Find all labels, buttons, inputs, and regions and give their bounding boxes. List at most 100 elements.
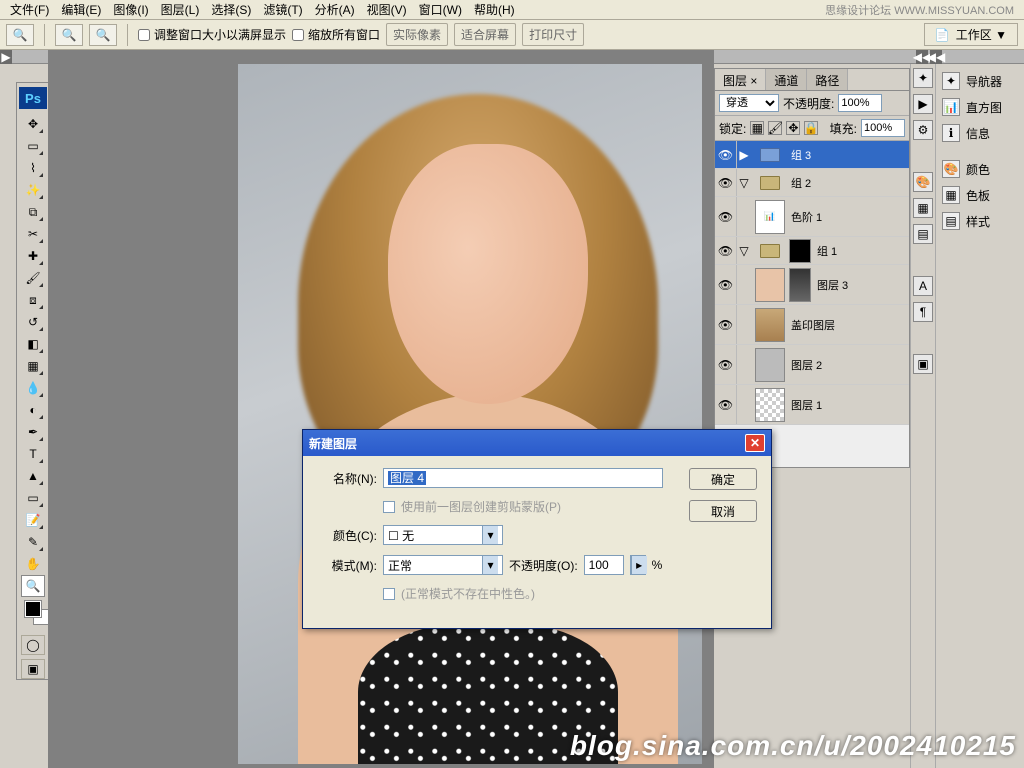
dialog-titlebar[interactable]: 新建图层 ✕ xyxy=(303,430,771,456)
visibility-icon[interactable]: 👁 xyxy=(715,305,737,344)
visibility-icon[interactable]: 👁 xyxy=(715,169,737,196)
lasso-tool-icon[interactable]: ⌇ xyxy=(21,157,45,179)
layer-row-group3[interactable]: 👁 ▶ 组 3 xyxy=(715,141,909,169)
stamp-tool-icon[interactable]: ⧈ xyxy=(21,289,45,311)
layer-row-stamp[interactable]: 👁 盖印图层 xyxy=(715,305,909,345)
tab-paths[interactable]: 路径 xyxy=(807,69,848,90)
menu-file[interactable]: 文件(F) xyxy=(4,0,55,20)
brush-tool-icon[interactable]: 🖌 xyxy=(21,267,45,289)
lock-position-icon[interactable]: ✥ xyxy=(786,121,800,135)
mode-select[interactable]: 正常▾ xyxy=(383,555,503,575)
dock-icon[interactable]: ⚙ xyxy=(913,120,933,140)
expand-right2-icon[interactable]: ◀◀ xyxy=(930,50,942,64)
type-tool-icon[interactable]: T xyxy=(21,443,45,465)
lock-transparent-icon[interactable]: ▦ xyxy=(750,121,764,135)
expand-left-icon[interactable]: ▶ xyxy=(0,50,12,64)
layer-row-layer2[interactable]: 👁 图层 2 xyxy=(715,345,909,385)
tab-channels[interactable]: 通道 xyxy=(766,69,807,90)
close-icon[interactable]: ✕ xyxy=(745,434,765,452)
dock-info[interactable]: ℹ信息 xyxy=(936,120,1024,146)
menu-view[interactable]: 视图(V) xyxy=(361,0,413,20)
color-swatches[interactable] xyxy=(25,597,41,631)
resize-window-checkbox[interactable]: 调整窗口大小以满屏显示 xyxy=(138,26,286,43)
dock-icon[interactable]: 🎨 xyxy=(913,172,933,192)
menu-filter[interactable]: 滤镜(T) xyxy=(257,0,308,20)
dock-icon[interactable]: ✦ xyxy=(913,68,933,88)
menu-analysis[interactable]: 分析(A) xyxy=(309,0,361,20)
dock-icon[interactable]: ▤ xyxy=(913,224,933,244)
zoom-tool-icon[interactable]: 🔍 xyxy=(21,575,45,597)
move-tool-icon[interactable]: ✥ xyxy=(21,113,45,135)
hand-tool-icon[interactable]: ✋ xyxy=(21,553,45,575)
menu-edit[interactable]: 编辑(E) xyxy=(55,0,107,20)
layer-row-group2[interactable]: 👁 ▽ 组 2 xyxy=(715,169,909,197)
dock-styles[interactable]: ▤样式 xyxy=(936,208,1024,234)
notes-tool-icon[interactable]: 📝 xyxy=(21,509,45,531)
path-select-tool-icon[interactable]: ▲ xyxy=(21,465,45,487)
zoom-all-checkbox[interactable]: 缩放所有窗口 xyxy=(292,26,380,43)
dock-icon[interactable]: ▶ xyxy=(913,94,933,114)
layer-row-group1[interactable]: 👁 ▽ 组 1 xyxy=(715,237,909,265)
history-brush-tool-icon[interactable]: ↺ xyxy=(21,311,45,333)
layer-row-levels1[interactable]: 👁 📊 色阶 1 xyxy=(715,197,909,237)
fit-screen-button[interactable]: 适合屏幕 xyxy=(454,23,516,46)
color-select[interactable]: ☐ 无▾ xyxy=(383,525,503,545)
tab-layers[interactable]: 图层 × xyxy=(715,69,766,90)
tool-preset-icon[interactable]: 🔍 xyxy=(6,24,34,46)
dock-swatches[interactable]: ▦色板 xyxy=(936,182,1024,208)
dock-icon[interactable]: A xyxy=(913,276,933,296)
lock-pixels-icon[interactable]: 🖌 xyxy=(768,121,782,135)
menu-image[interactable]: 图像(I) xyxy=(107,0,154,20)
dock-icon[interactable]: ¶ xyxy=(913,302,933,322)
visibility-icon[interactable]: 👁 xyxy=(715,345,737,384)
visibility-icon[interactable]: 👁 xyxy=(715,385,737,424)
layer-row-layer1[interactable]: 👁 图层 1 xyxy=(715,385,909,425)
heal-tool-icon[interactable]: ✚ xyxy=(21,245,45,267)
eraser-tool-icon[interactable]: ◧ xyxy=(21,333,45,355)
blur-tool-icon[interactable]: 💧 xyxy=(21,377,45,399)
menu-help[interactable]: 帮助(H) xyxy=(468,0,521,20)
visibility-icon[interactable]: 👁 xyxy=(715,197,737,236)
dock-color[interactable]: 🎨颜色 xyxy=(936,156,1024,182)
marquee-tool-icon[interactable]: ▭ xyxy=(21,135,45,157)
opacity-field[interactable] xyxy=(584,555,624,575)
dock-icon[interactable]: ▣ xyxy=(913,354,933,374)
foreground-swatch[interactable] xyxy=(25,601,41,617)
document-canvas[interactable] xyxy=(238,64,702,764)
visibility-icon[interactable]: 👁 xyxy=(715,265,737,304)
opacity-input[interactable] xyxy=(838,94,882,112)
crop-tool-icon[interactable]: ⧉ xyxy=(21,201,45,223)
actual-pixels-button[interactable]: 实际像素 xyxy=(386,23,448,46)
shape-tool-icon[interactable]: ▭ xyxy=(21,487,45,509)
print-size-button[interactable]: 打印尺寸 xyxy=(522,23,584,46)
lock-all-icon[interactable]: 🔒 xyxy=(804,121,818,135)
blend-mode-select[interactable]: 穿透 xyxy=(719,94,779,112)
slice-tool-icon[interactable]: ✂ xyxy=(21,223,45,245)
eyedropper-tool-icon[interactable]: ✎ xyxy=(21,531,45,553)
dock-histogram[interactable]: 📊直方图 xyxy=(936,94,1024,120)
menu-layer[interactable]: 图层(L) xyxy=(155,0,206,20)
chevron-down-icon[interactable]: ▾ xyxy=(482,556,498,574)
fill-input[interactable] xyxy=(861,119,905,137)
gradient-tool-icon[interactable]: ▦ xyxy=(21,355,45,377)
workspace-dropdown[interactable]: 📄工作区 ▼ xyxy=(924,23,1018,46)
chevron-down-icon[interactable]: ▾ xyxy=(482,526,498,544)
zoom-in-icon[interactable]: 🔍 xyxy=(55,24,83,46)
name-input[interactable]: 图层 4 xyxy=(383,468,663,488)
visibility-icon[interactable]: 👁 xyxy=(715,141,737,168)
opacity-slider-icon[interactable]: ▸ xyxy=(630,555,646,575)
menu-window[interactable]: 窗口(W) xyxy=(413,0,468,20)
zoom-out-icon[interactable]: 🔍 xyxy=(89,24,117,46)
quickmask-icon[interactable]: ◯ xyxy=(21,635,45,655)
cancel-button[interactable]: 取消 xyxy=(689,500,757,522)
visibility-icon[interactable]: 👁 xyxy=(715,237,737,264)
screenmode-icon[interactable]: ▣ xyxy=(21,659,45,679)
dock-icon[interactable]: ▦ xyxy=(913,198,933,218)
dock-navigator[interactable]: ✦导航器 xyxy=(936,68,1024,94)
ok-button[interactable]: 确定 xyxy=(689,468,757,490)
dodge-tool-icon[interactable]: ◐ xyxy=(21,399,45,421)
wand-tool-icon[interactable]: ✨ xyxy=(21,179,45,201)
layer-row-layer3[interactable]: 👁 图层 3 xyxy=(715,265,909,305)
pen-tool-icon[interactable]: ✒ xyxy=(21,421,45,443)
menu-select[interactable]: 选择(S) xyxy=(205,0,257,20)
